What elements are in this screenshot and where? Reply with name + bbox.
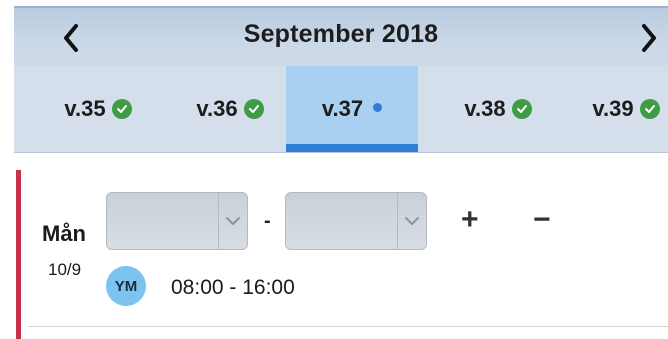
shift-time: 08:00 - 16:00 <box>171 276 295 299</box>
check-circle-icon <box>111 99 132 119</box>
current-week-dot-icon <box>373 102 383 112</box>
day-label: Mån <box>42 221 86 246</box>
day-accent-bar <box>16 170 21 339</box>
chevron-right-icon <box>642 24 656 52</box>
next-month-button[interactable] <box>632 22 664 54</box>
chevron-down-icon <box>226 217 240 225</box>
check-circle-icon <box>639 99 660 119</box>
end-time-select[interactable] <box>285 192 427 250</box>
month-header: September 2018 <box>14 6 668 68</box>
date-label: 10/9 <box>48 260 82 279</box>
dropdown-toggle[interactable] <box>397 193 426 249</box>
check-circle-icon <box>511 99 532 119</box>
month-title: September 2018 <box>243 20 439 48</box>
tab-week-39[interactable]: v.39 <box>576 66 668 152</box>
tab-week-37[interactable]: v.37 <box>286 66 418 152</box>
range-separator: - <box>264 210 271 232</box>
remove-shift-button[interactable]: − <box>533 203 551 237</box>
check-circle-icon <box>243 99 264 119</box>
week-label: v.37 <box>321 96 364 121</box>
app-frame: September 2018 v.35 v.36 v.37 v.38 v.39 … <box>0 0 668 339</box>
chevron-down-icon <box>405 217 419 225</box>
week-tabs: v.35 v.36 v.37 v.38 v.39 <box>14 66 668 153</box>
tab-week-38[interactable]: v.38 <box>442 66 554 152</box>
dropdown-toggle[interactable] <box>218 193 247 249</box>
start-time-select[interactable] <box>106 192 248 250</box>
row-divider <box>28 326 668 327</box>
avatar: YM <box>106 266 146 306</box>
tab-week-35[interactable]: v.35 <box>44 66 152 152</box>
week-label: v.39 <box>592 96 634 121</box>
tab-week-36[interactable]: v.36 <box>174 66 286 152</box>
week-label: v.36 <box>196 96 238 121</box>
add-shift-button[interactable]: + <box>461 203 479 237</box>
week-label: v.38 <box>464 96 506 121</box>
active-tab-indicator <box>286 144 418 152</box>
week-label: v.35 <box>64 96 106 121</box>
